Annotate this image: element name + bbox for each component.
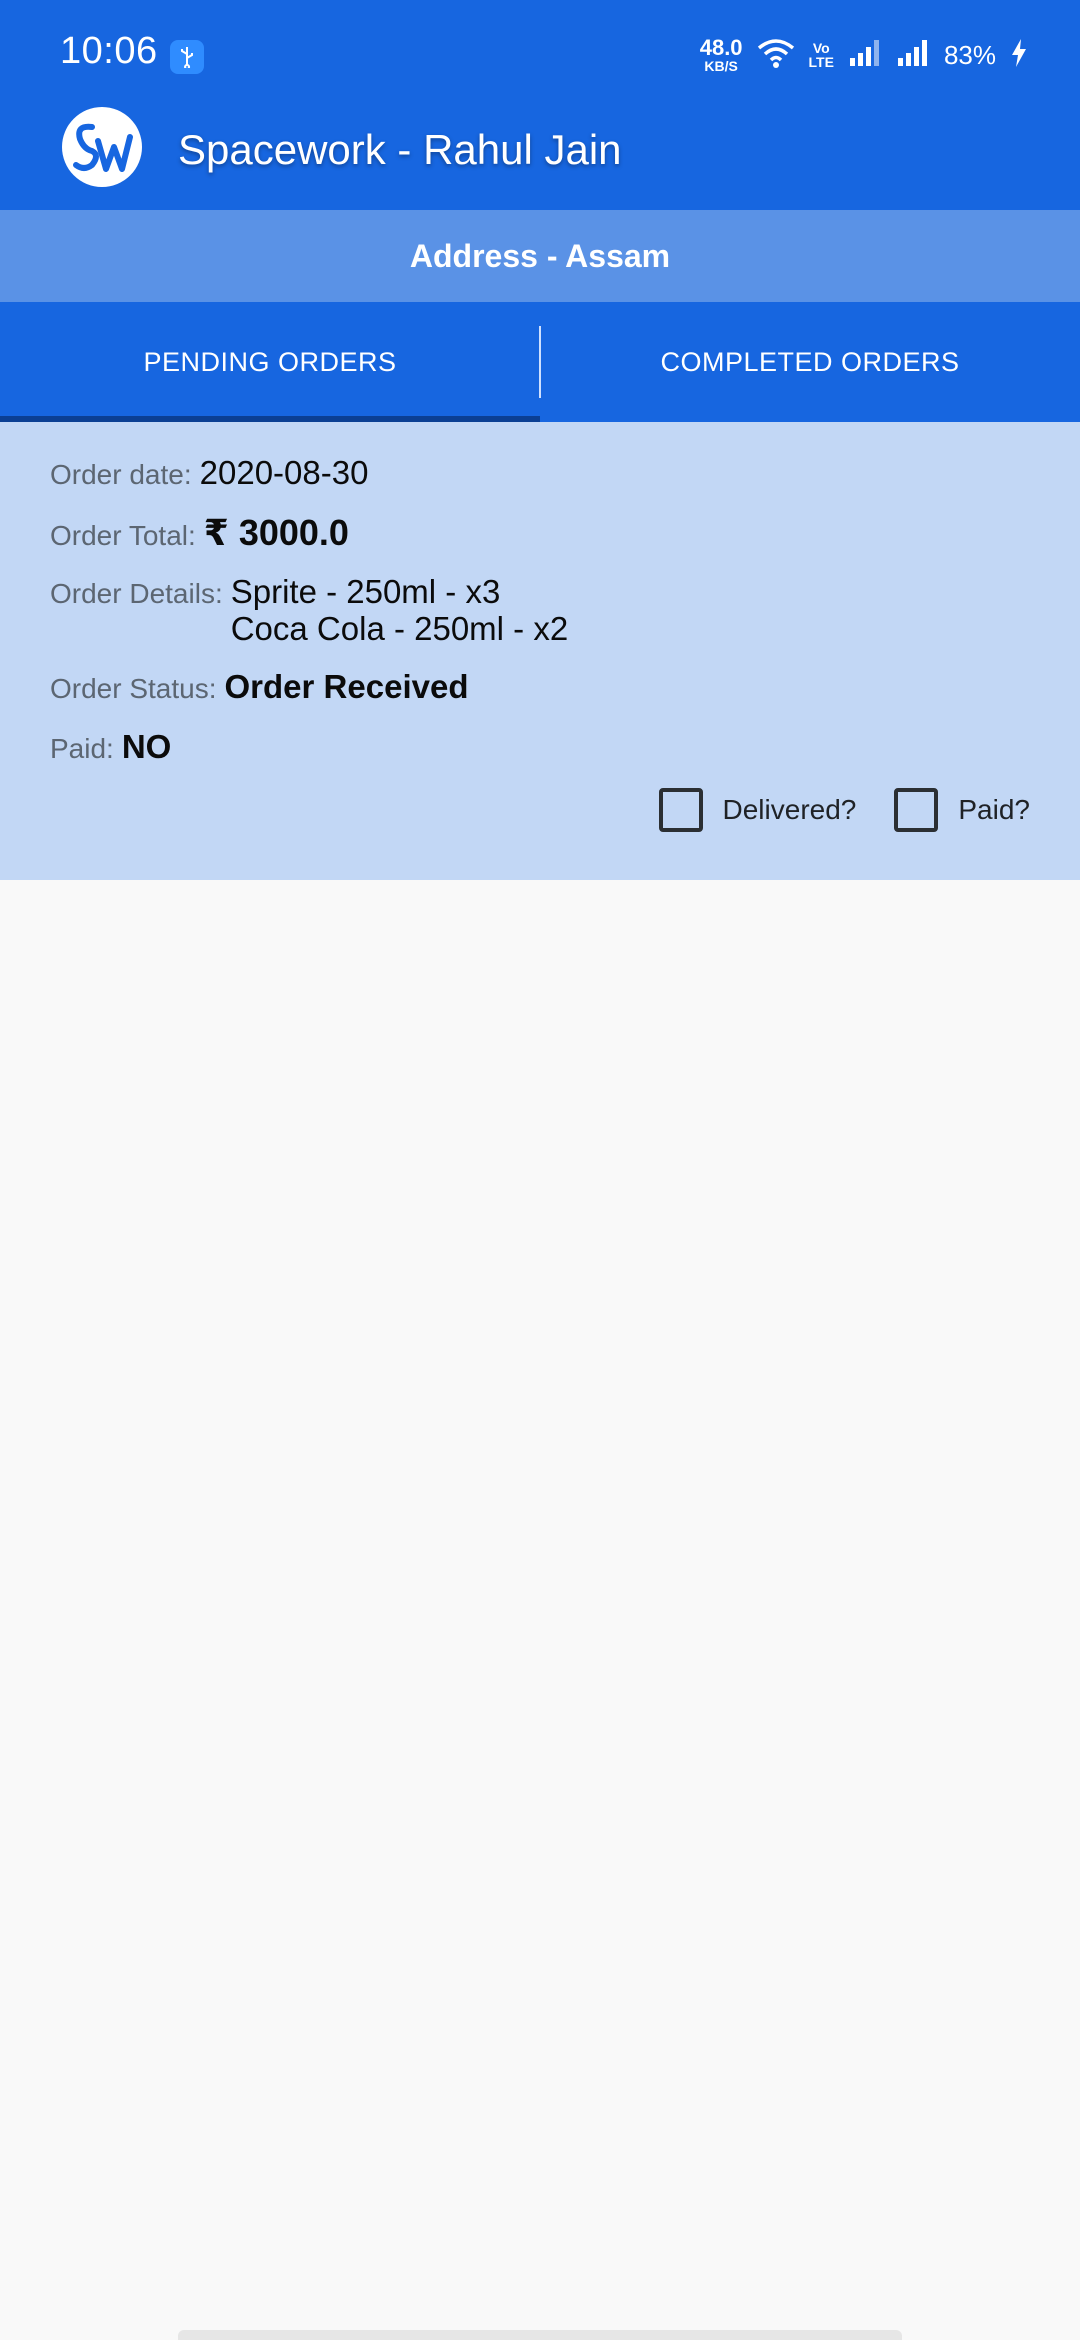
- charging-icon: [1010, 38, 1028, 73]
- tab-completed-orders[interactable]: COMPLETED ORDERS: [540, 302, 1080, 422]
- volte-line1: Vo: [812, 40, 830, 56]
- order-details-row: Order Details: Sprite - 250ml - x3 Coca …: [50, 573, 569, 648]
- order-total-row: Order Total: ₹ 3000.0: [50, 512, 349, 554]
- paid-row: Paid: NO: [50, 728, 171, 766]
- usb-icon: [170, 40, 204, 74]
- battery-percent: 83%: [943, 39, 996, 70]
- delivered-checkbox-group[interactable]: Delivered?: [658, 788, 857, 832]
- navigation-gesture-bar: [178, 2330, 902, 2340]
- volte-icon: Vo LTE: [809, 41, 834, 69]
- tab-pending-orders[interactable]: PENDING ORDERS: [0, 302, 540, 422]
- order-total-label: Order Total:: [50, 520, 196, 551]
- paid-checkbox[interactable]: [894, 788, 939, 832]
- order-total-value: ₹ 3000.0: [203, 512, 349, 553]
- order-status-label: Order Status:: [50, 673, 217, 704]
- order-details-list: Sprite - 250ml - x3 Coca Cola - 250ml - …: [230, 573, 569, 648]
- app-title: Spacework - Rahul Jain: [178, 126, 622, 173]
- signal-icon: [896, 38, 930, 73]
- order-date-label: Order date:: [50, 459, 192, 490]
- order-date-row: Order date: 2020-08-30: [50, 454, 368, 492]
- status-icons: 48.0 KB/S Vo LTE 83%: [700, 30, 1028, 80]
- order-detail-item: Coca Cola - 250ml - x2: [230, 609, 569, 647]
- network-speed-value: 48.0: [699, 35, 743, 60]
- tab-label: COMPLETED ORDERS: [660, 346, 960, 377]
- paid-value: NO: [121, 728, 172, 765]
- paid-checkbox-label[interactable]: Paid?: [958, 794, 1030, 826]
- tab-label: PENDING ORDERS: [143, 346, 397, 377]
- network-speed: 48.0 KB/S: [699, 35, 743, 74]
- network-speed-unit: KB/S: [704, 58, 738, 74]
- order-tabs: PENDING ORDERS COMPLETED ORDERS: [0, 302, 1080, 422]
- tab-divider: [539, 326, 541, 398]
- order-status-value: Order Received: [224, 668, 469, 705]
- volte-line2: LTE: [808, 54, 834, 70]
- order-details-label: Order Details:: [50, 578, 223, 609]
- address-text: Address - Assam: [409, 237, 671, 274]
- app-bar: Spacework - Rahul Jain: [0, 107, 1080, 210]
- delivered-checkbox[interactable]: [658, 788, 703, 832]
- spacework-logo-icon: [62, 107, 142, 187]
- order-detail-item: Sprite - 250ml - x3: [230, 573, 501, 610]
- wifi-icon: [757, 38, 795, 73]
- status-bar: 10:06 48.0 KB/S Vo LTE 83%: [0, 0, 1080, 112]
- status-time: 10:06: [60, 30, 158, 72]
- address-bar: Address - Assam: [0, 210, 1080, 302]
- paid-checkbox-group[interactable]: Paid?: [894, 788, 1030, 832]
- delivered-checkbox-label[interactable]: Delivered?: [723, 794, 857, 826]
- order-card: Order date: 2020-08-30 Order Total: ₹ 30…: [0, 422, 1080, 880]
- order-status-row: Order Status: Order Received: [50, 668, 468, 706]
- order-actions: Delivered? Paid?: [621, 788, 1030, 832]
- order-date-value: 2020-08-30: [199, 454, 369, 491]
- paid-label: Paid:: [50, 733, 114, 764]
- signal-icon: [848, 38, 882, 73]
